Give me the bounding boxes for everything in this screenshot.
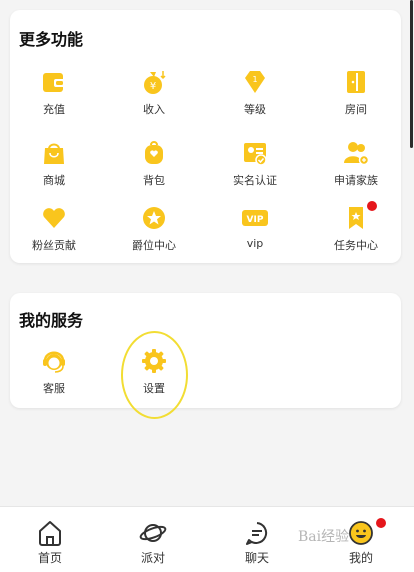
star-badge-icon — [143, 207, 165, 229]
my-services-title: 我的服务 — [19, 311, 84, 330]
door-icon — [347, 71, 365, 93]
customer-service-icon — [43, 351, 65, 373]
recharge-label: 充值 — [43, 103, 65, 116]
svg-text:VIP: VIP — [247, 215, 264, 225]
customer-service-item[interactable]: 客服 — [9, 347, 99, 396]
settings-highlight-annotation — [121, 331, 188, 419]
task-center-label: 任务中心 — [334, 239, 378, 252]
real-name-label: 实名认证 — [233, 174, 277, 187]
level-label: 等级 — [244, 103, 266, 116]
task-flag-icon — [349, 207, 363, 229]
real-name-item[interactable]: 实名认证 — [210, 139, 300, 188]
fan-contribution-item[interactable]: 粉丝贡献 — [9, 204, 99, 253]
svg-text:1: 1 — [252, 75, 257, 84]
heart-icon — [43, 208, 65, 228]
income-label: 收入 — [143, 103, 165, 116]
family-icon — [344, 142, 370, 166]
mall-item[interactable]: 商城 — [9, 139, 99, 188]
title-center-item[interactable]: 爵位中心 — [109, 204, 199, 253]
diamond-icon: 1 — [245, 71, 265, 93]
backpack-label: 背包 — [143, 174, 165, 187]
income-item[interactable]: ¥ 收入 — [109, 68, 199, 117]
vip-item[interactable]: VIP vip — [210, 204, 300, 250]
tab-party[interactable]: 派对 — [123, 519, 183, 566]
more-features-card: 更多功能 充值 ¥ 收入 1 等级 房间 商城 背包 实名认证 申请家族 粉丝贡… — [10, 10, 401, 263]
id-card-icon — [244, 143, 267, 166]
home-icon — [39, 521, 61, 546]
tab-mine-badge — [376, 518, 386, 528]
level-item[interactable]: 1 等级 — [210, 68, 300, 117]
backpack-item[interactable]: 背包 — [109, 139, 199, 188]
tab-mine-label: 我的 — [348, 551, 373, 565]
wallet-icon — [43, 73, 65, 92]
chat-icon — [246, 522, 268, 545]
tab-chat[interactable]: 聊天 — [227, 519, 287, 566]
vip-icon: VIP — [242, 210, 268, 226]
money-bag-icon: ¥ — [144, 71, 166, 94]
customer-service-label: 客服 — [43, 382, 65, 395]
my-services-card: 我的服务 客服 设置 — [10, 293, 401, 408]
family-item[interactable]: 申请家族 — [311, 139, 401, 188]
recharge-item[interactable]: 充值 — [9, 68, 99, 117]
room-label: 房间 — [345, 103, 367, 116]
task-center-item[interactable]: 任务中心 — [311, 201, 401, 253]
scroll-indicator[interactable] — [410, 0, 413, 148]
tab-home-label: 首页 — [37, 551, 62, 565]
smiley-icon — [349, 521, 373, 545]
shopping-bag-icon — [44, 143, 64, 164]
family-label: 申请家族 — [334, 174, 378, 187]
mall-label: 商城 — [43, 174, 65, 187]
tab-party-label: 派对 — [140, 551, 165, 565]
task-center-badge — [367, 201, 377, 211]
tab-home[interactable]: 首页 — [20, 519, 80, 566]
fan-contribution-label: 粉丝贡献 — [32, 239, 76, 252]
more-features-title: 更多功能 — [19, 30, 84, 49]
room-item[interactable]: 房间 — [311, 68, 401, 117]
planet-icon — [139, 524, 167, 542]
vip-label: vip — [246, 237, 264, 250]
bottom-tab-bar: 首页 派对 聊天 我的 — [0, 506, 414, 572]
tab-mine[interactable]: 我的 — [331, 518, 391, 566]
backpack-icon — [145, 141, 163, 164]
tab-chat-label: 聊天 — [244, 551, 269, 565]
title-center-label: 爵位中心 — [132, 239, 176, 252]
svg-text:¥: ¥ — [150, 81, 156, 92]
